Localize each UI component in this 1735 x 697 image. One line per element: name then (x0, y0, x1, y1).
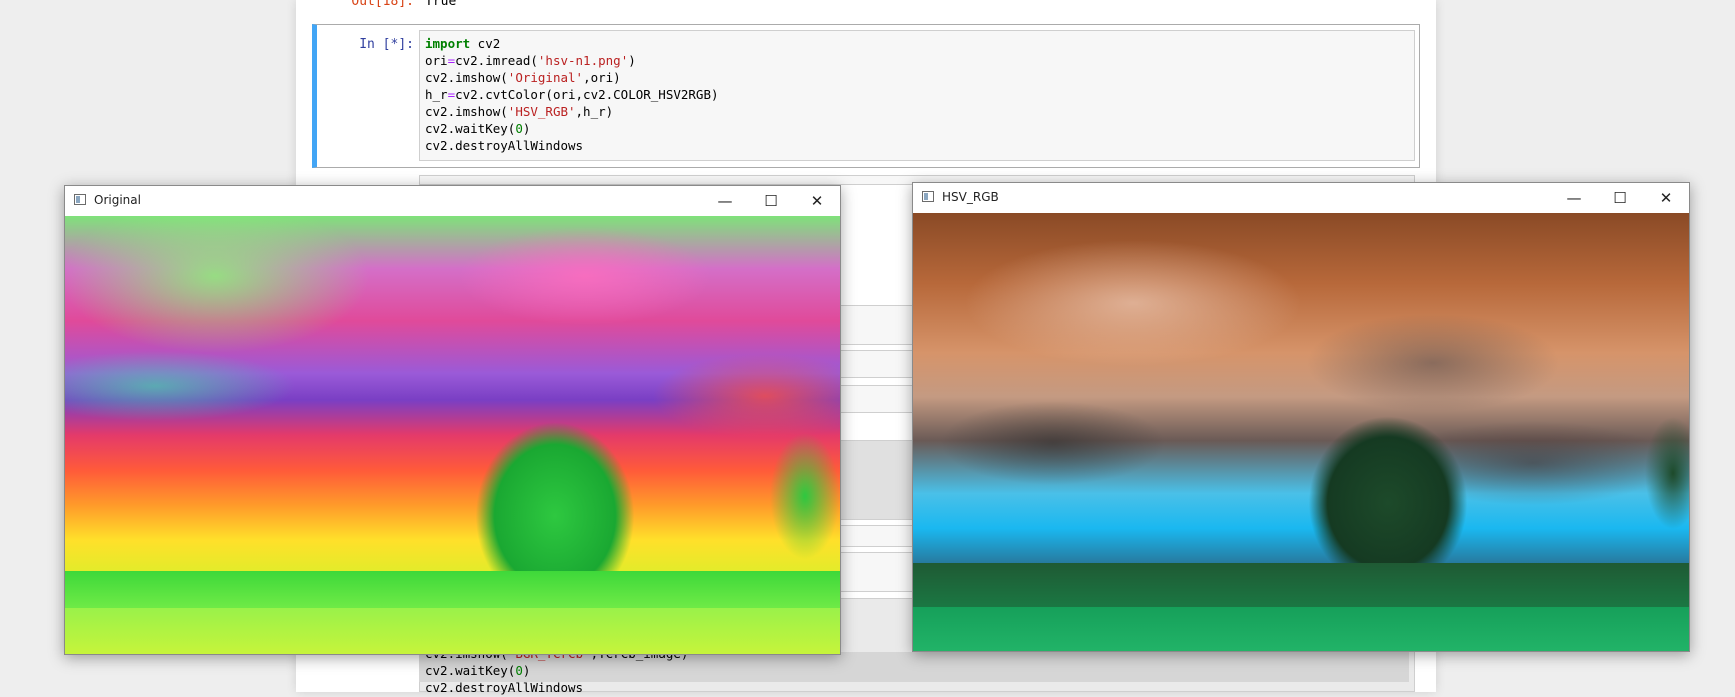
out-prompt: Out[18]: (351, 0, 414, 9)
code-line: cv2.imshow('HSV_RGB',h_r) (425, 104, 613, 121)
minimize-button[interactable]: — (702, 186, 748, 216)
code-token: ) (522, 121, 531, 136)
code-token: cv2 (470, 36, 501, 51)
code-token: 'hsv-n1.png' (537, 53, 629, 68)
original-window[interactable]: Original — ☐ ✕ (64, 185, 841, 655)
background-cell-6[interactable] (837, 552, 913, 592)
code-line: import cv2 (425, 36, 500, 53)
code-token: cv2.waitKey( (425, 663, 516, 678)
code-token: cv2.destroyAllWindows (425, 138, 584, 153)
code-token: cv2.destroyAllWindows (425, 680, 584, 695)
code-token: = (447, 87, 456, 102)
maximize-button[interactable]: ☐ (748, 186, 794, 216)
code-line: cv2.destroyAllWindows (425, 138, 583, 155)
code-token: cv2.imread( (455, 53, 538, 68)
code-token: 0 (515, 121, 523, 136)
code-line: cv2.waitKey(0) (425, 663, 530, 680)
code-token: ) (628, 53, 636, 68)
background-cell-5[interactable] (837, 525, 913, 547)
code-token: import (425, 36, 471, 51)
code-token: ) (522, 663, 531, 678)
code-token: cv2.imshow( (425, 70, 508, 85)
hsv-rgb-window-title: HSV_RGB (942, 190, 999, 204)
background-cell-1[interactable] (837, 305, 913, 345)
code-token: cv2.cvtColor(ori,cv2.COLOR_HSV2RGB) (455, 87, 719, 102)
hsv-rgb-window[interactable]: HSV_RGB — ☐ ✕ (912, 182, 1690, 652)
code-token: cv2.imshow( (425, 104, 508, 119)
code-token: ori (425, 53, 448, 68)
code-token: ,ori) (583, 70, 621, 85)
original-window-title: Original (94, 193, 141, 207)
code-token: 'HSV_RGB' (507, 104, 576, 119)
close-button[interactable]: ✕ (794, 186, 840, 216)
code-line: cv2.destroyAllWindows (425, 680, 583, 697)
hsv-rgb-image (913, 213, 1689, 651)
original-image (65, 216, 840, 654)
background-cell-3[interactable] (837, 385, 913, 413)
window-app-icon (922, 191, 934, 202)
code-token: = (447, 53, 456, 68)
code-token: h_r (425, 87, 448, 102)
code-token: 0 (515, 663, 523, 678)
hsv-rgb-titlebar[interactable]: HSV_RGB — ☐ ✕ (913, 183, 1689, 213)
background-cell-4[interactable] (837, 440, 913, 520)
in-prompt: In [*]: (359, 37, 414, 52)
minimize-button[interactable]: — (1551, 183, 1597, 213)
output-value: True (425, 0, 457, 9)
code-token: ,h_r) (575, 104, 614, 119)
close-button[interactable]: ✕ (1643, 183, 1689, 213)
code-line: h_r=cv2.cvtColor(ori,cv2.COLOR_HSV2RGB) (425, 87, 719, 104)
code-line: ori=cv2.imread('hsv-n1.png') (425, 53, 636, 70)
maximize-button[interactable]: ☐ (1597, 183, 1643, 213)
code-token: 'Original' (507, 70, 584, 85)
code-line: cv2.waitKey(0) (425, 121, 530, 138)
code-line: cv2.imshow('Original',ori) (425, 70, 621, 87)
background-cell-2[interactable] (837, 350, 913, 378)
code-token: cv2.waitKey( (425, 121, 516, 136)
original-titlebar[interactable]: Original — ☐ ✕ (65, 186, 840, 216)
window-app-icon (74, 194, 86, 205)
